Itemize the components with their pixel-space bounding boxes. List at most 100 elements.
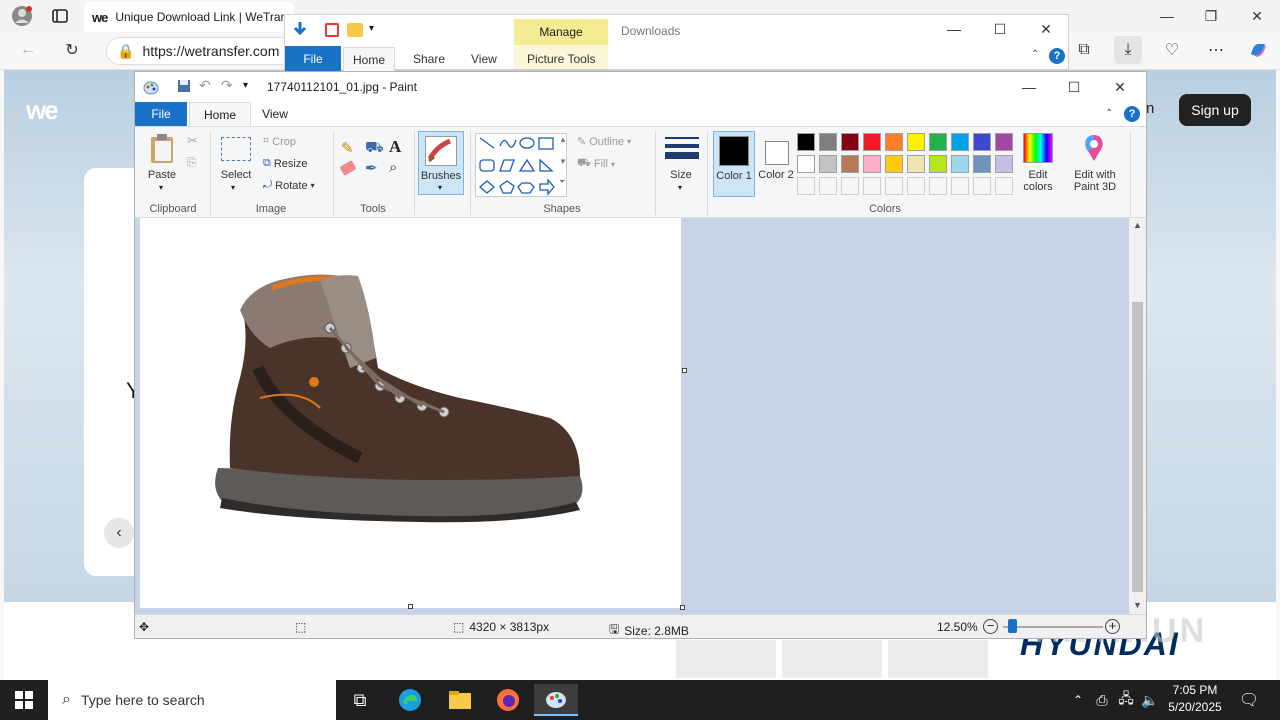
- paint-close-button[interactable]: ✕: [1105, 75, 1135, 99]
- undo-icon[interactable]: ↶: [199, 77, 211, 94]
- redo-icon[interactable]: ↷: [221, 77, 233, 94]
- signin-link[interactable]: n: [1146, 100, 1154, 117]
- palette-color-swatch[interactable]: [951, 155, 969, 173]
- edit-colors-button[interactable]: Edit colors: [1015, 169, 1061, 193]
- size-dropdown-icon[interactable]: ▾: [678, 183, 682, 192]
- show-hidden-icons-icon[interactable]: ⌃: [1066, 684, 1090, 716]
- paint-file-tab[interactable]: File: [135, 102, 187, 126]
- profile-icon[interactable]: [8, 2, 36, 30]
- select-icon[interactable]: [221, 137, 251, 161]
- palette-color-swatch[interactable]: [885, 133, 903, 151]
- quick-access-dropdown-icon[interactable]: ▾: [369, 23, 374, 34]
- palette-color-swatch[interactable]: [995, 155, 1013, 173]
- signup-button[interactable]: Sign up: [1179, 94, 1251, 126]
- edge-taskbar-icon[interactable]: [388, 684, 432, 716]
- resize-handle-corner[interactable]: [680, 605, 685, 610]
- select-button[interactable]: Select: [215, 169, 257, 181]
- taskbar-search-box[interactable]: ⌕ Type here to search: [48, 680, 336, 720]
- palette-color-swatch[interactable]: [841, 155, 859, 173]
- save-icon[interactable]: [177, 79, 191, 96]
- line-size-icon[interactable]: [665, 135, 699, 164]
- resize-handle-right[interactable]: [682, 368, 687, 373]
- system-clock[interactable]: 7:05 PM 5/20/2025: [1160, 682, 1230, 716]
- palette-custom-swatch[interactable]: [797, 177, 815, 195]
- manage-tab-header[interactable]: Manage: [514, 19, 608, 45]
- more-options-icon[interactable]: ⋯: [1202, 36, 1230, 64]
- address-bar[interactable]: 🔒 https://wetransfer.com: [106, 37, 306, 65]
- task-view-icon[interactable]: ⧉: [338, 684, 382, 716]
- palette-color-swatch[interactable]: [819, 133, 837, 151]
- browser-essentials-icon[interactable]: ♡: [1158, 36, 1186, 64]
- palette-color-swatch[interactable]: [841, 133, 859, 151]
- scroll-up-icon[interactable]: ▲: [1133, 220, 1142, 230]
- edit-colors-icon[interactable]: [1023, 133, 1053, 163]
- network-icon[interactable]: 🖧: [1114, 684, 1138, 716]
- size-button[interactable]: Size: [661, 169, 701, 181]
- palette-color-swatch[interactable]: [797, 155, 815, 173]
- back-arrow-icon[interactable]: ←: [14, 36, 42, 64]
- fill-bucket-icon[interactable]: ⛟: [365, 139, 384, 158]
- color1-button[interactable]: Color 1: [713, 131, 755, 197]
- browser-close-button[interactable]: ✕: [1242, 4, 1272, 28]
- paint3d-icon[interactable]: [1079, 133, 1109, 168]
- palette-color-swatch[interactable]: [863, 155, 881, 173]
- pencil-icon[interactable]: ✎: [341, 139, 354, 157]
- explorer-maximize-button[interactable]: ☐: [985, 17, 1015, 41]
- image-canvas[interactable]: [140, 218, 687, 609]
- fill-button[interactable]: ⛟ Fill ▾: [577, 157, 615, 171]
- zoom-slider-thumb[interactable]: [1008, 619, 1017, 633]
- wetransfer-logo[interactable]: we: [26, 95, 59, 126]
- refresh-icon[interactable]: ↻: [58, 36, 86, 64]
- explorer-collapse-ribbon-icon[interactable]: ⌃: [1031, 49, 1039, 60]
- palette-custom-swatch[interactable]: [863, 177, 881, 195]
- notifications-icon[interactable]: 🗨: [1234, 684, 1264, 716]
- outline-button[interactable]: ✎ Outline ▾: [577, 135, 631, 149]
- firefox-taskbar-icon[interactable]: [486, 684, 530, 716]
- shapes-more-icon[interactable]: ⏷: [559, 177, 565, 187]
- file-explorer-taskbar-icon[interactable]: [438, 684, 482, 716]
- paint-home-tab[interactable]: Home: [189, 102, 251, 127]
- cut-icon[interactable]: ✂: [187, 133, 198, 149]
- explorer-help-icon[interactable]: ?: [1049, 48, 1065, 64]
- windows-start-icon[interactable]: [2, 684, 46, 716]
- paint-minimize-button[interactable]: —: [1014, 75, 1044, 99]
- edit-paint3d-button[interactable]: Edit with Paint 3D: [1065, 169, 1125, 193]
- copilot-icon[interactable]: [1244, 36, 1272, 64]
- vertical-scrollbar[interactable]: ▲ ▼: [1129, 218, 1146, 614]
- paint-help-icon[interactable]: ?: [1124, 106, 1140, 122]
- palette-color-swatch[interactable]: [951, 133, 969, 151]
- properties-icon[interactable]: [325, 23, 339, 37]
- crop-button[interactable]: ⌗ Crop: [263, 135, 296, 148]
- palette-custom-swatch[interactable]: [929, 177, 947, 195]
- explorer-picture-tools-tab[interactable]: Picture Tools: [527, 47, 595, 71]
- explorer-share-tab[interactable]: Share: [413, 47, 445, 71]
- paint-view-tab[interactable]: View: [255, 102, 295, 126]
- palette-color-swatch[interactable]: [885, 155, 903, 173]
- explorer-home-tab[interactable]: Home: [343, 47, 395, 71]
- text-tool-icon[interactable]: A: [389, 137, 401, 157]
- paste-button[interactable]: Paste: [143, 169, 181, 181]
- paint-collapse-ribbon-icon[interactable]: ⌃: [1105, 108, 1113, 119]
- scrollbar-thumb[interactable]: [1132, 302, 1143, 592]
- resize-handle-bottom[interactable]: [408, 604, 413, 609]
- palette-color-swatch[interactable]: [973, 155, 991, 173]
- quick-access-customize-icon[interactable]: ▾: [243, 80, 248, 91]
- zoom-slider-track[interactable]: [1003, 626, 1103, 628]
- explorer-view-tab[interactable]: View: [471, 47, 497, 71]
- device-icon[interactable]: ⎙: [1090, 684, 1114, 716]
- volume-icon[interactable]: 🔈: [1138, 684, 1162, 716]
- downloads-icon[interactable]: ⤓: [1114, 36, 1142, 64]
- palette-custom-swatch[interactable]: [973, 177, 991, 195]
- palette-color-swatch[interactable]: [929, 133, 947, 151]
- browser-restore-button[interactable]: ❐: [1196, 4, 1226, 28]
- palette-custom-swatch[interactable]: [819, 177, 837, 195]
- palette-color-swatch[interactable]: [973, 133, 991, 151]
- shapes-scroll-up-icon[interactable]: ▲: [559, 135, 567, 144]
- new-folder-icon[interactable]: [347, 23, 363, 37]
- paint-taskbar-icon[interactable]: [534, 684, 578, 716]
- zoom-in-button[interactable]: +: [1105, 619, 1120, 634]
- palette-color-swatch[interactable]: [929, 155, 947, 173]
- tab-actions-icon[interactable]: [46, 2, 74, 30]
- zoom-out-button[interactable]: −: [983, 619, 998, 634]
- palette-custom-swatch[interactable]: [885, 177, 903, 195]
